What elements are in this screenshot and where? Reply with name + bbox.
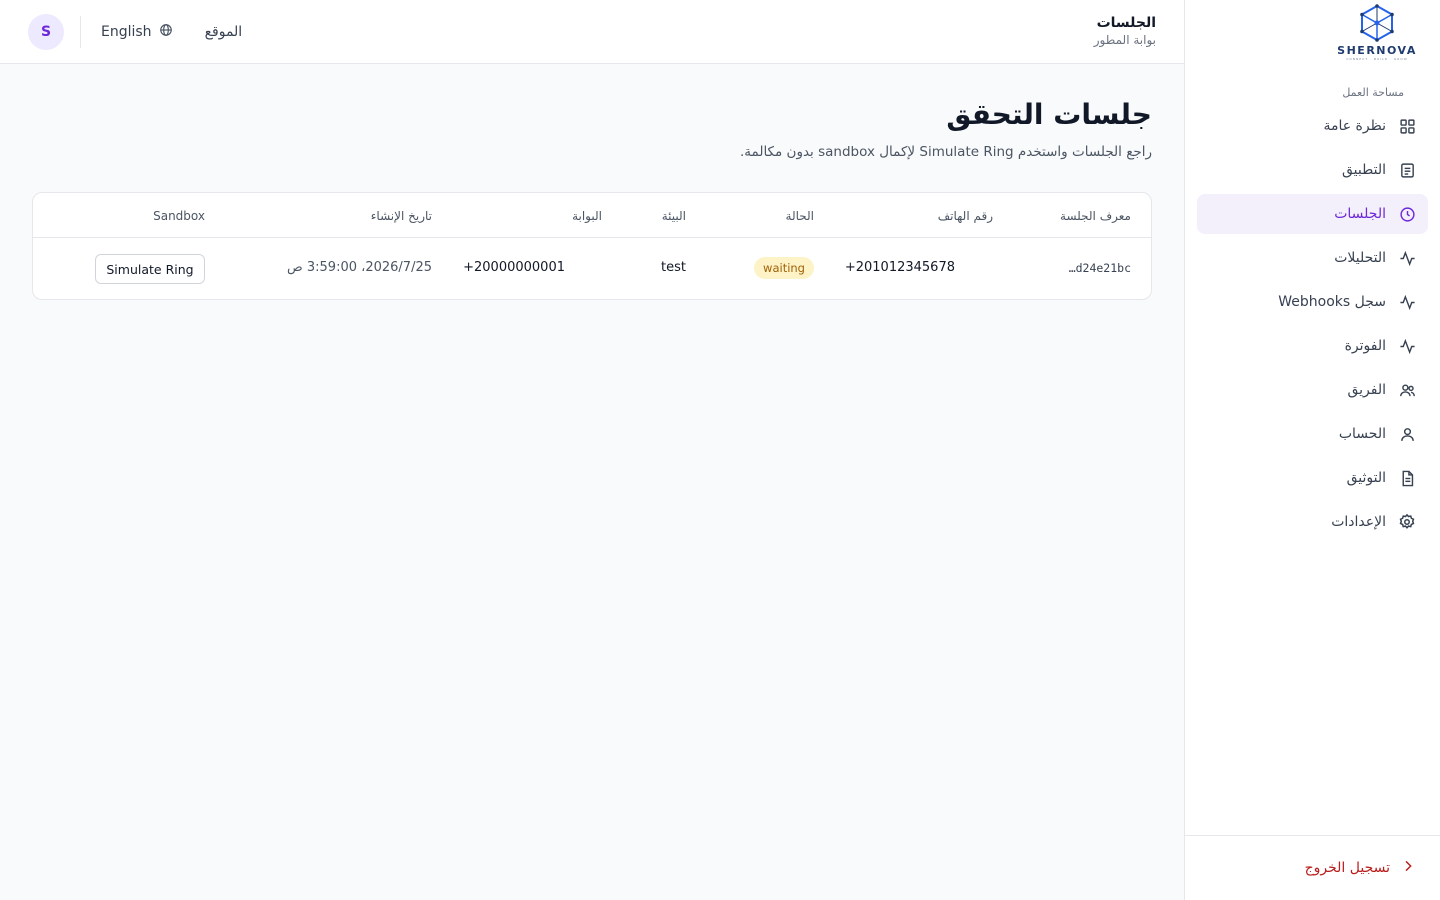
language-label: English [101,24,152,40]
sidebar-item-label: التطبيق [1342,162,1386,178]
sidebar-item-label: التحليلات [1334,250,1386,266]
site-link[interactable]: الموقع [205,24,243,40]
sidebar-item-label: سجل Webhooks [1278,294,1386,310]
sidebar-item-label: الفريق [1347,382,1386,398]
header-subtitle: بوابة المطور [1093,33,1156,47]
top-header: الجلسات بوابة المطور S English الموقع [0,0,1184,64]
brand-logo[interactable]: SHERNOVA CONNECT · BUILD · GROW [1334,2,1420,62]
sidebar-item-billing[interactable]: الفوترة [1197,326,1428,366]
workspace-section-label: مساحة العمل [1342,86,1404,99]
sessions-table: معرف الجلسة رقم الهاتف الحالة البيئة الب… [32,192,1152,300]
column-header-environment: البيئة [661,209,686,223]
simulate-ring-button[interactable]: Simulate Ring [95,254,205,284]
gear-icon [1398,513,1416,531]
created-at-cell: 2026/7/25، 3:59:00 ص [287,260,432,275]
cube-logo-icon [1360,4,1394,42]
brand-name: SHERNOVA [1337,44,1417,57]
header-title-block: الجلسات بوابة المطور [1094,15,1156,47]
sidebar-item-label: الجلسات [1334,206,1386,222]
column-header-session-id: معرف الجلسة [1060,209,1131,223]
sidebar-item-label: الإعدادات [1331,514,1386,530]
logo-area: SHERNOVA CONNECT · BUILD · GROW [1185,0,1440,64]
column-header-sandbox: Sandbox [153,209,205,223]
avatar[interactable]: S [28,14,64,50]
activity-icon [1398,293,1416,311]
sidebar-item-overview[interactable]: نظرة عامة [1197,106,1428,146]
sidebar: SHERNOVA CONNECT · BUILD · GROW مساحة ال… [1184,0,1440,900]
brand-tagline: CONNECT · BUILD · GROW [1346,57,1408,61]
logout-button[interactable]: تسجيل الخروج [1185,835,1440,900]
users-icon [1398,381,1416,399]
sidebar-item-label: نظرة عامة [1323,118,1386,134]
sidebar-item-account[interactable]: الحساب [1197,414,1428,454]
main-content: جلسات التحقق راجع الجلسات واستخدم Simula… [0,64,1184,900]
sidebar-item-docs[interactable]: التوثيق [1197,458,1428,498]
column-header-phone: رقم الهاتف [937,209,993,223]
environment-cell: test [661,260,686,275]
sidebar-item-label: الحساب [1338,426,1386,442]
status-badge: waiting [754,257,814,279]
phone-cell: +201012345678 [844,260,955,275]
sidebar-item-sessions[interactable]: الجلسات [1197,194,1428,234]
header-divider [80,16,81,48]
session-id-cell[interactable]: …d24e21bc [1069,261,1131,275]
sidebar-item-settings[interactable]: الإعدادات [1197,502,1428,542]
sidebar-item-webhooks-log[interactable]: سجل Webhooks [1197,282,1428,322]
header-title: الجلسات [1096,15,1156,31]
gateway-cell: +20000000001 [463,260,565,275]
column-header-status: الحالة [785,209,814,223]
activity-icon [1398,249,1416,267]
sidebar-item-team[interactable]: الفريق [1197,370,1428,410]
column-header-gateway: البوابة [572,209,602,223]
sidebar-nav: نظرة عامة التطبيق الجلسات التحليلات سجل … [1185,106,1440,542]
column-header-created-at: تاريخ الإنشاء [370,209,432,223]
globe-icon [159,23,173,41]
file-text-icon [1398,469,1416,487]
chevron-right-icon [1400,858,1416,878]
logout-label: تسجيل الخروج [1304,860,1390,876]
table-row: …d24e21bc +201012345678 waiting test +20… [33,238,1151,299]
table-header: معرف الجلسة رقم الهاتف الحالة البيئة الب… [33,193,1151,238]
sidebar-item-label: الفوترة [1344,338,1386,354]
language-switcher[interactable]: English [101,23,173,41]
sidebar-item-analytics[interactable]: التحليلات [1197,238,1428,278]
user-icon [1398,425,1416,443]
sidebar-item-label: التوثيق [1346,470,1386,486]
page-title: جلسات التحقق [946,98,1152,131]
grid-icon [1398,117,1416,135]
clock-icon [1398,205,1416,223]
sidebar-item-app[interactable]: التطبيق [1197,150,1428,190]
document-list-icon [1398,161,1416,179]
page-subtitle: راجع الجلسات واستخدم Simulate Ring لإكما… [740,144,1152,160]
activity-icon [1398,337,1416,355]
header-actions: S English الموقع [28,14,242,50]
